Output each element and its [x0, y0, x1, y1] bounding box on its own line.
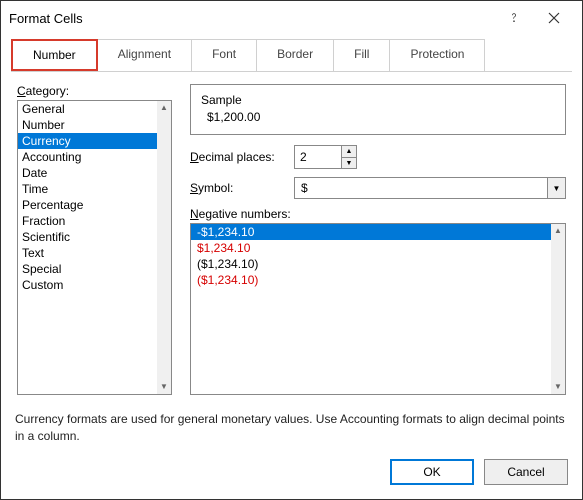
tab-font[interactable]: Font [191, 39, 257, 71]
titlebar: Format Cells [1, 1, 582, 35]
decimal-spinner[interactable]: ▲ ▼ [294, 145, 357, 169]
category-label: Category: [17, 84, 172, 98]
sample-value: $1,200.00 [201, 110, 555, 124]
category-item[interactable]: Time [18, 181, 157, 197]
category-item[interactable]: Custom [18, 277, 157, 293]
help-icon [508, 12, 520, 24]
negative-scrollbar[interactable]: ▲ ▼ [551, 224, 565, 394]
decimal-up-button[interactable]: ▲ [342, 146, 356, 157]
negative-item[interactable]: ($1,234.10) [191, 256, 551, 272]
category-listbox[interactable]: GeneralNumberCurrencyAccountingDateTimeP… [17, 100, 172, 395]
format-cells-dialog: Format Cells NumberAlignmentFontBorderFi… [0, 0, 583, 500]
ok-button[interactable]: OK [390, 459, 474, 485]
scroll-down-icon: ▼ [554, 380, 562, 394]
symbol-label: Symbol: [190, 181, 286, 195]
category-item[interactable]: General [18, 101, 157, 117]
category-item[interactable]: Text [18, 245, 157, 261]
tab-number[interactable]: Number [11, 39, 98, 71]
help-button[interactable] [494, 7, 534, 29]
settings-column: Sample $1,200.00 Decimal places: ▲ ▼ Sym… [190, 84, 566, 395]
dialog-title: Format Cells [9, 11, 494, 26]
scroll-down-icon: ▼ [160, 380, 168, 394]
symbol-select[interactable]: $ ▼ [294, 177, 566, 199]
symbol-row: Symbol: $ ▼ [190, 177, 566, 199]
negative-item[interactable]: -$1,234.10 [191, 224, 551, 240]
content-area: Category: GeneralNumberCurrencyAccountin… [11, 71, 572, 401]
scroll-up-icon: ▲ [160, 101, 168, 115]
sample-box: Sample $1,200.00 [190, 84, 566, 135]
scroll-up-icon: ▲ [554, 224, 562, 238]
category-item[interactable]: Scientific [18, 229, 157, 245]
category-scrollbar[interactable]: ▲ ▼ [157, 101, 171, 394]
tab-border[interactable]: Border [256, 39, 334, 71]
symbol-value: $ [295, 178, 547, 198]
tab-alignment[interactable]: Alignment [97, 39, 192, 71]
negative-label: Negative numbers: [190, 207, 566, 221]
category-item[interactable]: Date [18, 165, 157, 181]
category-item[interactable]: Number [18, 117, 157, 133]
category-item[interactable]: Currency [18, 133, 157, 149]
cancel-button[interactable]: Cancel [484, 459, 568, 485]
button-row: OK Cancel [1, 451, 582, 499]
tab-bar: NumberAlignmentFontBorderFillProtection [11, 39, 572, 71]
tab-protection[interactable]: Protection [389, 39, 485, 71]
close-button[interactable] [534, 7, 574, 29]
chevron-down-icon: ▼ [547, 178, 565, 198]
negative-listbox[interactable]: -$1,234.10$1,234.10($1,234.10)($1,234.10… [190, 223, 566, 395]
close-icon [548, 12, 560, 24]
decimal-down-button[interactable]: ▼ [342, 157, 356, 168]
category-item[interactable]: Percentage [18, 197, 157, 213]
negative-item[interactable]: $1,234.10 [191, 240, 551, 256]
decimal-label: Decimal places: [190, 150, 286, 164]
description-text: Currency formats are used for general mo… [15, 411, 568, 445]
decimal-row: Decimal places: ▲ ▼ [190, 145, 566, 169]
category-item[interactable]: Accounting [18, 149, 157, 165]
category-item[interactable]: Special [18, 261, 157, 277]
tab-fill[interactable]: Fill [333, 39, 390, 71]
sample-label: Sample [201, 93, 555, 107]
negative-item[interactable]: ($1,234.10) [191, 272, 551, 288]
category-item[interactable]: Fraction [18, 213, 157, 229]
category-column: Category: GeneralNumberCurrencyAccountin… [17, 84, 172, 395]
decimal-input[interactable] [295, 146, 341, 168]
